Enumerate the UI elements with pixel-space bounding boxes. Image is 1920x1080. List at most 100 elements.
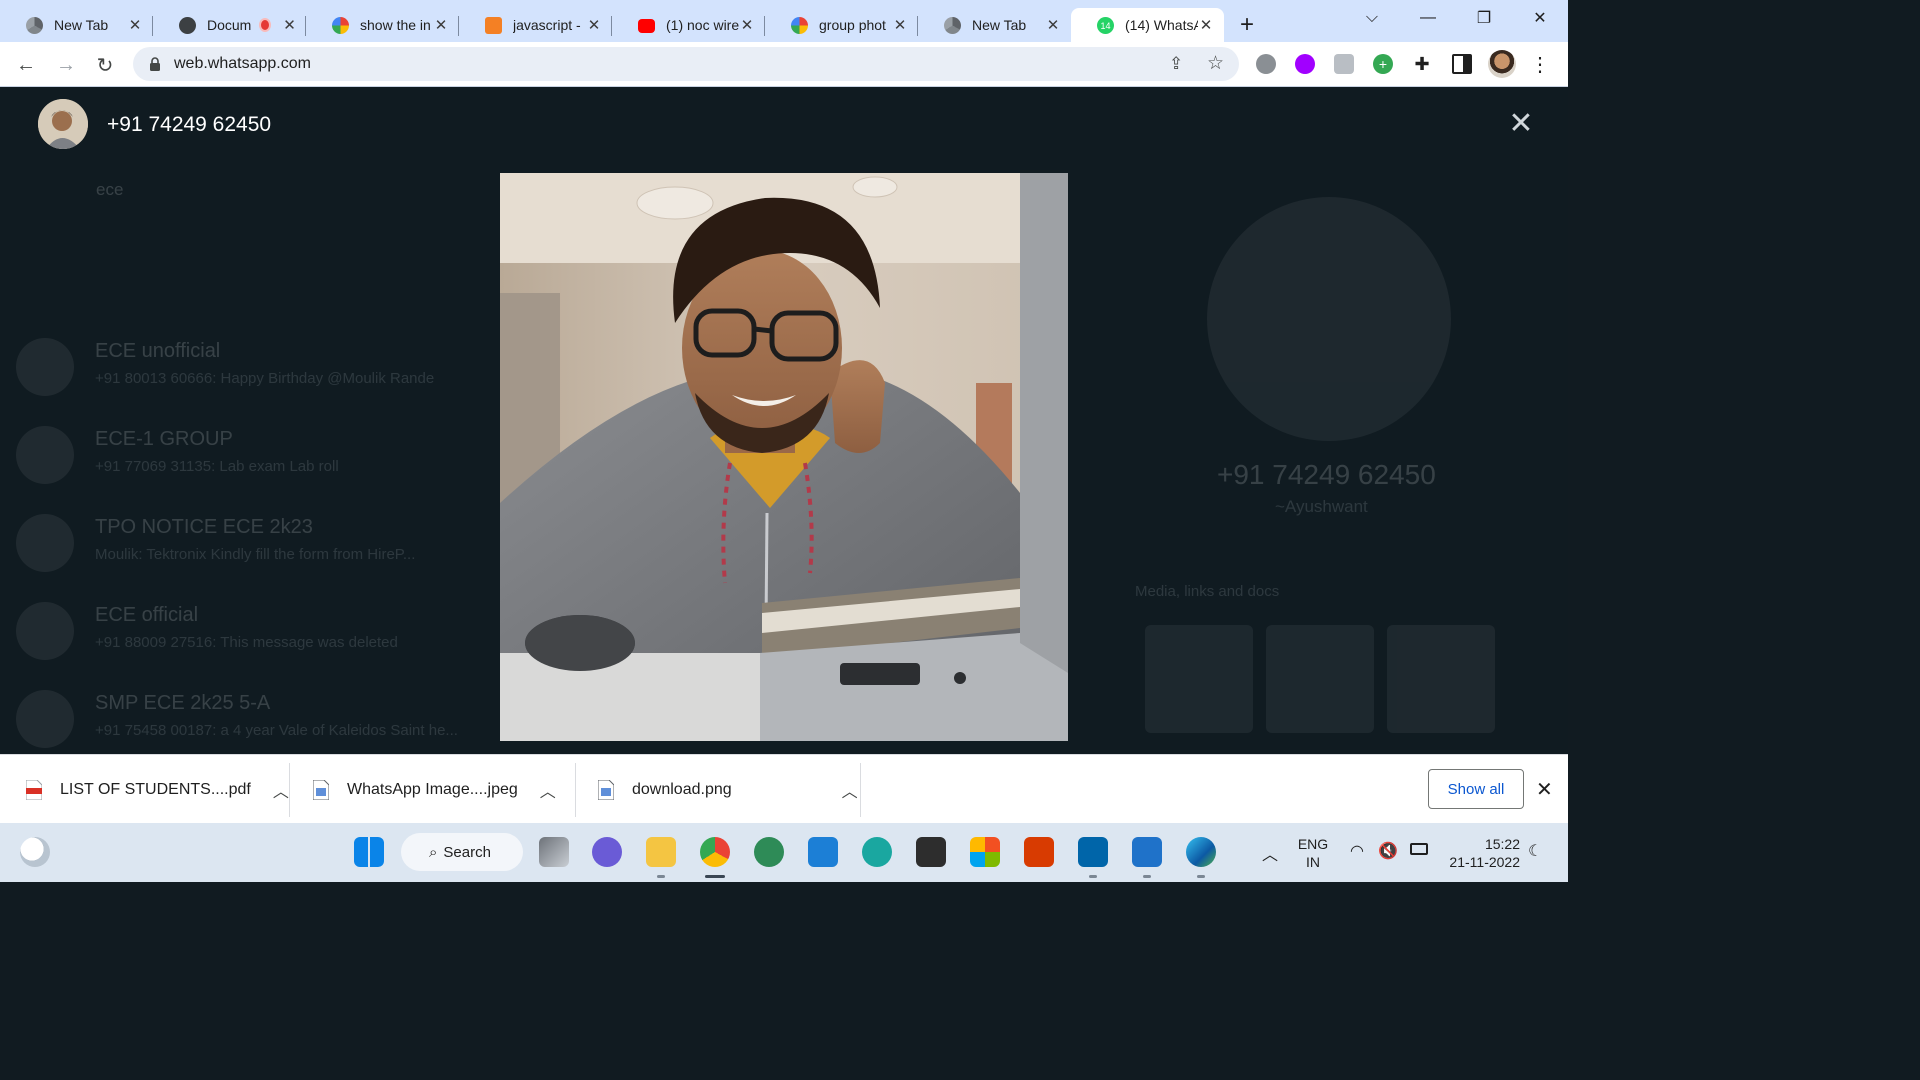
download-item[interactable]: LIST OF STUDENTS....pdf ︿ [25, 755, 289, 824]
close-tab-icon[interactable]: ✕ [739, 16, 755, 34]
close-downloads-icon[interactable]: ✕ [1536, 777, 1553, 802]
bug-extension-icon[interactable] [1256, 54, 1276, 74]
contact-avatar[interactable] [38, 99, 88, 149]
chrome-taskbar-icon[interactable] [700, 837, 730, 867]
image-file-icon [597, 779, 615, 800]
download-filename: WhatsApp Image....jpeg [347, 780, 518, 798]
list-item: ECE unofficial +91 80013 60666: Happy Bi… [16, 330, 496, 410]
reload-icon[interactable]: ↻ [91, 51, 119, 79]
media-thumb [1387, 625, 1495, 733]
chat-name: ECE unofficial [95, 340, 221, 362]
side-panel-icon[interactable] [1452, 54, 1472, 74]
chat-name: TPO NOTICE ECE 2k23 [95, 516, 313, 538]
browser-tab[interactable]: group phot ✕ [765, 8, 918, 42]
media-thumb [1145, 625, 1253, 733]
edge-dev-icon[interactable] [862, 837, 892, 867]
close-tab-icon[interactable]: ✕ [433, 16, 449, 34]
close-icon[interactable]: ✕ [1506, 109, 1536, 139]
windows-start-icon[interactable] [354, 837, 384, 867]
globe-icon [179, 17, 196, 34]
photos-icon[interactable] [1132, 837, 1162, 867]
edge-icon[interactable] [1186, 837, 1216, 867]
contact-name: ~Ayushwant [1275, 497, 1368, 516]
purple-extension-icon[interactable] [1295, 54, 1315, 74]
restore-icon[interactable]: ❐ [1456, 0, 1512, 36]
chevron-up-icon[interactable]: ︿ [1262, 841, 1278, 865]
wifi-icon[interactable]: ◠ [1350, 841, 1364, 861]
download-filename: download.png [632, 780, 732, 798]
menu-kebab-icon[interactable]: ⋮ [1530, 54, 1550, 76]
whatsapp-icon: 14 [1097, 17, 1114, 34]
tab-label: Docum [207, 17, 252, 33]
green-extension-icon[interactable]: + [1373, 54, 1393, 74]
share-icon[interactable]: ⇪ [1169, 54, 1183, 74]
whatsapp-photo-viewer: ece ECE unofficial +91 80013 60666: Happ… [0, 87, 1568, 754]
language-code: ENG [1297, 836, 1329, 852]
maps-icon[interactable] [754, 837, 784, 867]
browser-tab[interactable]: Docum ✕ [153, 8, 306, 42]
store-icon[interactable] [970, 837, 1000, 867]
language-indicator[interactable]: ENG IN [1296, 835, 1330, 871]
group-avatar [16, 426, 74, 484]
tab-strip: New Tab ✕ Docum ✕ show the in ✕ javascri… [0, 0, 1568, 42]
taskbar-search[interactable]: ⌕ Search [401, 833, 523, 871]
code-extension-icon[interactable] [1334, 54, 1354, 74]
tab-label: (14) WhatsA [1125, 17, 1198, 33]
chat-icon[interactable] [592, 837, 622, 867]
chrome-icon [944, 17, 961, 34]
running-indicator [657, 875, 665, 878]
volume-muted-icon[interactable]: 🔇 [1378, 841, 1398, 861]
new-tab-button[interactable]: + [1230, 8, 1264, 42]
divider [289, 763, 290, 817]
google-icon [791, 17, 808, 34]
list-item: ECE-1 GROUP +91 77069 31135: Lab exam La… [16, 418, 496, 498]
show-all-button[interactable]: Show all [1428, 769, 1524, 809]
minimize-icon[interactable]: — [1400, 0, 1456, 36]
weather-icon[interactable] [20, 837, 50, 867]
profile-avatar[interactable] [1488, 50, 1516, 78]
close-tab-icon[interactable]: ✕ [127, 16, 143, 34]
tab-label: New Tab [972, 17, 1027, 33]
youtube-icon [638, 19, 655, 33]
download-item[interactable]: WhatsApp Image....jpeg ︿ [312, 755, 556, 824]
close-tab-icon[interactable]: ✕ [283, 16, 296, 34]
close-tab-icon[interactable]: ✕ [1045, 16, 1061, 34]
browser-tab[interactable]: javascript - ✕ [459, 8, 612, 42]
close-tab-icon[interactable]: ✕ [586, 16, 602, 34]
browser-tab[interactable]: show the in ✕ [306, 8, 459, 42]
chevron-up-icon[interactable]: ︿ [540, 778, 556, 802]
browser-toolbar: ← → ↻ web.whatsapp.com ⇪ ☆ + ✚ ⋮ [0, 42, 1568, 87]
chevron-up-icon[interactable]: ︿ [842, 778, 858, 802]
puzzle-extensions-icon[interactable]: ✚ [1412, 54, 1432, 74]
browser-tab[interactable]: New Tab ✕ [918, 8, 1071, 42]
notifications-icon[interactable]: ☾ [1528, 841, 1542, 861]
tab-label: New Tab [54, 17, 109, 33]
tab-search-icon[interactable]: ⌵ [1344, 0, 1400, 36]
chevron-up-icon[interactable]: ︿ [273, 778, 289, 802]
file-explorer-icon[interactable] [646, 837, 676, 867]
browser-tab[interactable]: New Tab ✕ [0, 8, 153, 42]
vscode-icon[interactable] [1078, 837, 1108, 867]
close-tab-icon[interactable]: ✕ [1198, 16, 1214, 34]
pdf-file-icon [25, 779, 43, 800]
download-item[interactable]: download.png ︿ [597, 755, 858, 824]
group-avatar [16, 602, 74, 660]
task-view-icon[interactable] [539, 837, 569, 867]
close-tab-icon[interactable]: ✕ [892, 16, 908, 34]
clock[interactable]: 15:22 21-11-2022 [1440, 835, 1520, 871]
chat-preview: +91 80013 60666: Happy Birthday @Moulik … [95, 370, 435, 387]
address-bar[interactable]: web.whatsapp.com ⇪ ☆ [133, 47, 1239, 81]
office-icon[interactable] [1024, 837, 1054, 867]
contact-avatar-large [1207, 197, 1451, 441]
close-window-icon[interactable]: ✕ [1512, 0, 1568, 36]
back-icon[interactable]: ← [12, 51, 40, 79]
battery-icon[interactable] [1410, 843, 1428, 855]
terminal-icon[interactable] [916, 837, 946, 867]
chat-name: ECE-1 GROUP [95, 428, 233, 450]
bookmark-star-icon[interactable]: ☆ [1207, 52, 1224, 75]
browser-tab[interactable]: (1) noc wire ✕ [612, 8, 765, 42]
forward-icon[interactable]: → [52, 51, 80, 79]
browser-tab-active[interactable]: 14 (14) WhatsA ✕ [1071, 8, 1224, 42]
media-links-docs-label: Media, links and docs [1135, 583, 1280, 600]
remote-desktop-icon[interactable] [808, 837, 838, 867]
